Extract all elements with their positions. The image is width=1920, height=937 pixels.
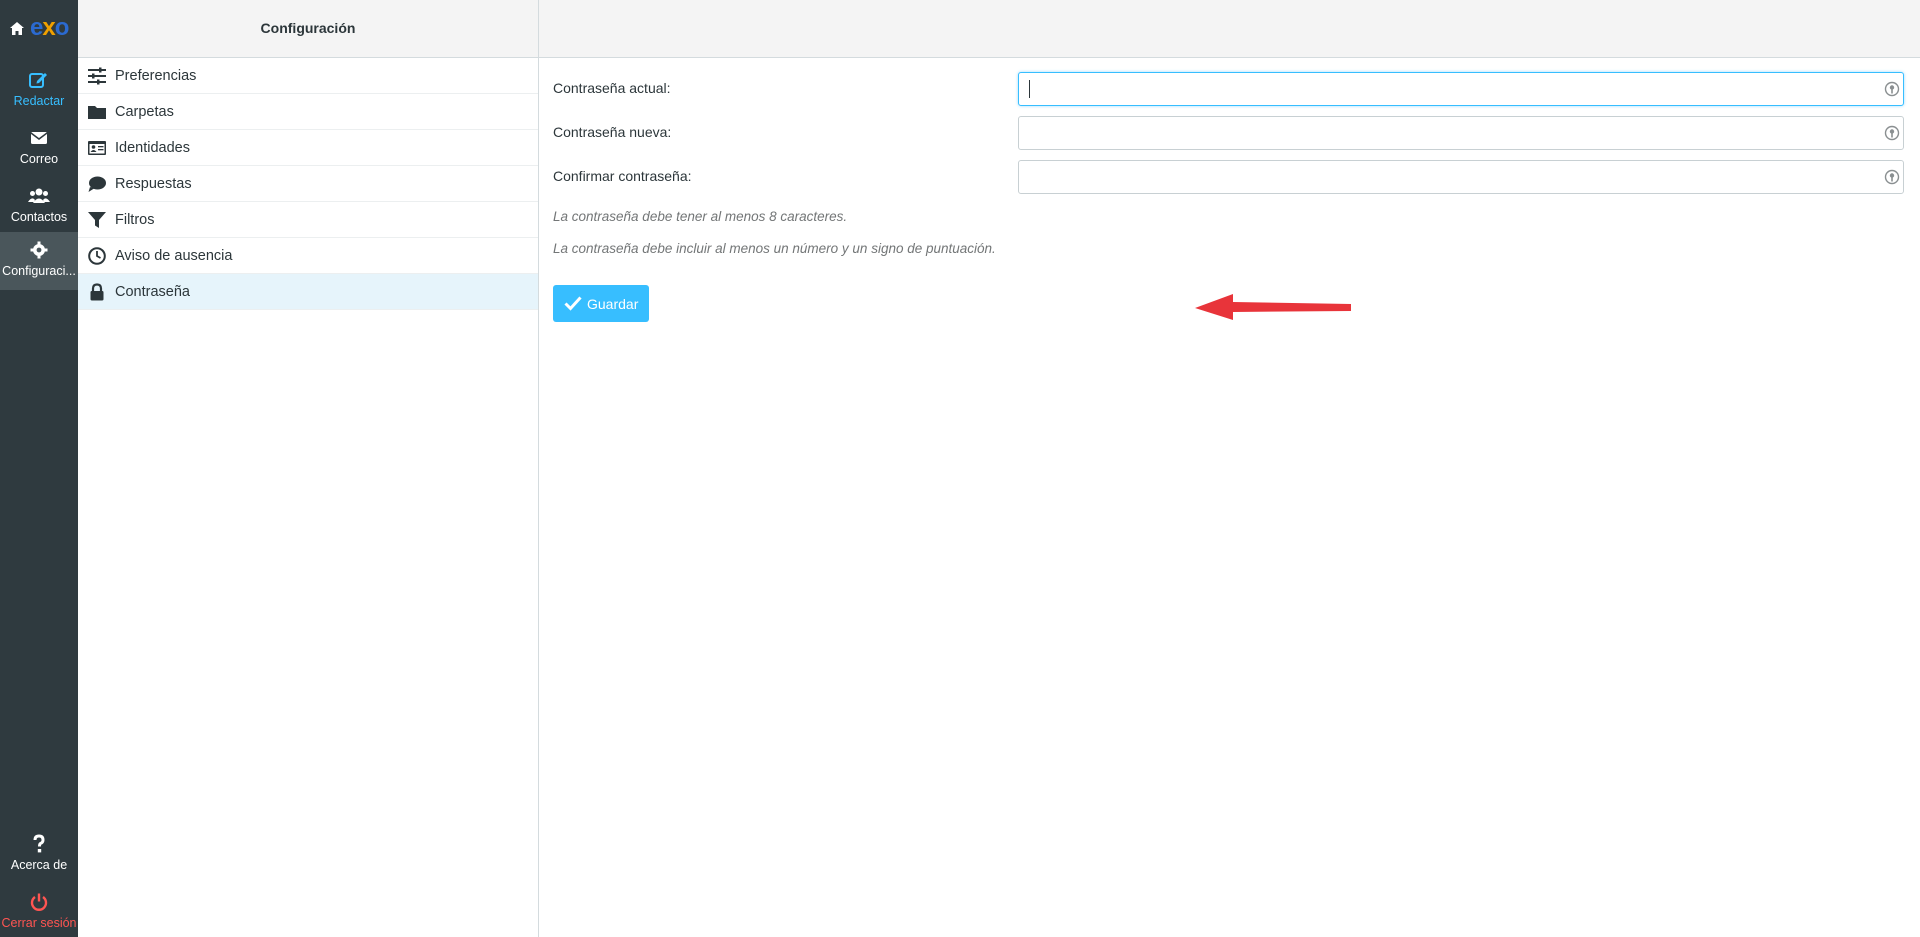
envelope-icon <box>30 132 48 144</box>
lock-icon <box>90 283 104 301</box>
settings-item-label: Preferencias <box>115 68 197 84</box>
nav-mail[interactable]: Correo <box>0 120 78 178</box>
save-button-label: Guardar <box>587 295 639 312</box>
confirm-password-row: Confirmar contraseña: <box>553 160 1904 194</box>
question-icon <box>33 834 45 853</box>
content-panel: Contraseña actual: Contraseña nueva: Con… <box>539 0 1920 937</box>
settings-list-panel: Configuración Preferencias Carpetas Iden… <box>78 0 539 937</box>
settings-item-filters[interactable]: Filtros <box>78 202 538 238</box>
nav-mail-label: Correo <box>19 152 59 166</box>
nav-settings-label: Configuraci... <box>2 264 76 278</box>
settings-item-label: Contraseña <box>115 284 190 300</box>
settings-item-label: Respuestas <box>115 176 192 192</box>
annotation-arrow-icon <box>1195 294 1351 320</box>
comment-icon <box>88 176 106 192</box>
main-nav: exo Redactar Correo Contactos Configurac… <box>0 0 78 937</box>
home-icon <box>10 22 24 35</box>
folder-icon <box>88 106 106 119</box>
settings-item-label: Identidades <box>115 140 190 156</box>
current-password-input[interactable] <box>1018 72 1904 106</box>
current-password-label: Contraseña actual: <box>553 80 671 96</box>
nav-about-label: Acerca de <box>10 858 68 872</box>
text-cursor <box>1029 80 1030 98</box>
nav-compose[interactable]: Redactar <box>0 62 78 120</box>
power-icon <box>30 893 48 911</box>
settings-item-folders[interactable]: Carpetas <box>78 94 538 130</box>
settings-item-label: Filtros <box>115 212 155 228</box>
save-button[interactable]: Guardar <box>553 285 649 322</box>
settings-item-responses[interactable]: Respuestas <box>78 166 538 202</box>
settings-item-preferences[interactable]: Preferencias <box>78 58 538 94</box>
users-icon <box>28 188 50 203</box>
pencil-square-icon <box>29 73 47 88</box>
check-icon <box>564 296 582 311</box>
nav-contacts-label: Contactos <box>10 210 68 224</box>
password-manager-icon[interactable] <box>1884 125 1900 141</box>
nav-contacts[interactable]: Contactos <box>0 178 78 236</box>
settings-item-identities[interactable]: Identidades <box>78 130 538 166</box>
logo-text-part: o <box>54 14 70 41</box>
nav-compose-label: Redactar <box>13 94 65 108</box>
new-password-label: Contraseña nueva: <box>553 124 672 140</box>
app-window: exo Redactar Correo Contactos Configurac… <box>0 0 1920 937</box>
password-hint-complexity: La contraseña debe incluir al menos un n… <box>553 241 996 256</box>
password-manager-icon[interactable] <box>1884 169 1900 185</box>
new-password-row: Contraseña nueva: <box>553 116 1904 150</box>
nav-logout-label: Cerrar sesión <box>1 916 77 930</box>
settings-item-password[interactable]: Contraseña <box>78 274 538 310</box>
logo[interactable]: exo <box>0 0 78 56</box>
gear-icon <box>30 241 48 259</box>
settings-list-header: Configuración <box>78 0 538 58</box>
settings-item-vacation[interactable]: Aviso de ausencia <box>78 238 538 274</box>
password-hint-length: La contraseña debe tener al menos 8 cara… <box>553 209 848 224</box>
content-header <box>539 0 1920 58</box>
settings-item-label: Aviso de ausencia <box>115 248 233 264</box>
password-manager-icon[interactable] <box>1884 81 1900 97</box>
current-password-row: Contraseña actual: <box>553 72 1904 106</box>
logo-text-part: e <box>30 14 43 41</box>
new-password-input[interactable] <box>1018 116 1904 150</box>
clock-icon <box>88 247 106 265</box>
settings-item-label: Carpetas <box>115 104 174 120</box>
id-card-icon <box>88 141 106 155</box>
nav-settings[interactable]: Configuraci... <box>0 232 78 290</box>
logo-text-part: x <box>42 14 55 41</box>
filter-icon <box>88 212 106 228</box>
nav-logout[interactable]: Cerrar sesión <box>0 884 78 937</box>
nav-about[interactable]: Acerca de <box>0 826 78 884</box>
sliders-icon <box>88 67 106 85</box>
logo-text: exo <box>30 14 70 42</box>
confirm-password-label: Confirmar contraseña: <box>553 168 692 184</box>
confirm-password-input[interactable] <box>1018 160 1904 194</box>
